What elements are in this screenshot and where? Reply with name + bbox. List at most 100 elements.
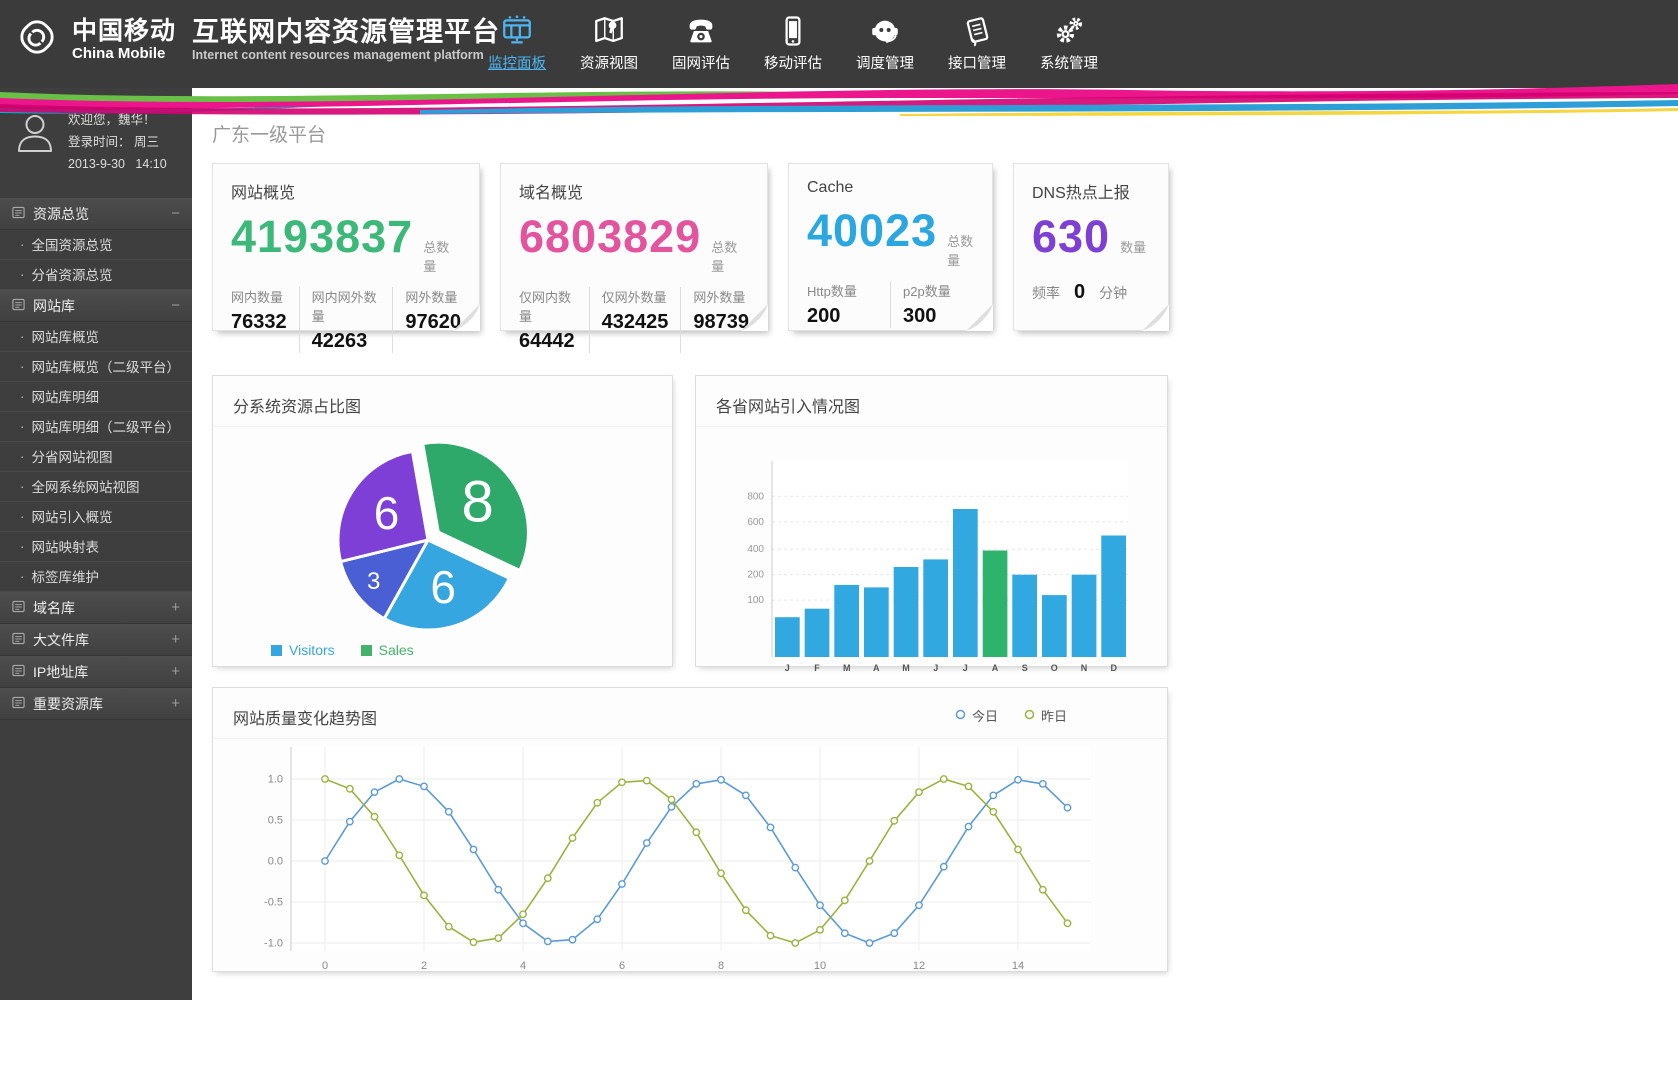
data-point[interactable] bbox=[965, 783, 971, 789]
sidebar-section-资源总览[interactable]: 资源总览− bbox=[0, 198, 192, 230]
nav-item-notes[interactable]: 接口管理 bbox=[942, 8, 1012, 73]
sidebar-section-域名库[interactable]: 域名库+ bbox=[0, 592, 192, 624]
data-point[interactable] bbox=[520, 920, 526, 926]
data-point[interactable] bbox=[668, 804, 674, 810]
data-point[interactable] bbox=[1064, 920, 1070, 926]
data-point[interactable] bbox=[743, 792, 749, 798]
data-point[interactable] bbox=[644, 840, 650, 846]
data-point[interactable] bbox=[470, 846, 476, 852]
sidebar-section-大文件库[interactable]: 大文件库+ bbox=[0, 624, 192, 656]
data-point[interactable] bbox=[446, 809, 452, 815]
data-point[interactable] bbox=[718, 870, 724, 876]
expand-icon[interactable]: + bbox=[171, 695, 180, 712]
bar-M-2[interactable] bbox=[834, 585, 859, 657]
bar-S-8[interactable] bbox=[1012, 575, 1037, 657]
legend-item-昨日[interactable]: 昨日 bbox=[1024, 706, 1067, 725]
data-point[interactable] bbox=[396, 852, 402, 858]
data-point[interactable] bbox=[1015, 777, 1021, 783]
data-point[interactable] bbox=[792, 940, 798, 946]
data-point[interactable] bbox=[817, 927, 823, 933]
nav-item-mobile[interactable]: 移动评估 bbox=[758, 8, 828, 73]
data-point[interactable] bbox=[990, 809, 996, 815]
data-point[interactable] bbox=[916, 902, 922, 908]
bar-J-5[interactable] bbox=[923, 559, 948, 657]
sidebar-item-网站库明细[interactable]: ·网站库明细 bbox=[0, 382, 192, 412]
data-point[interactable] bbox=[842, 897, 848, 903]
data-point[interactable] bbox=[891, 818, 897, 824]
bar-M-4[interactable] bbox=[894, 567, 919, 657]
expand-icon[interactable]: + bbox=[171, 663, 180, 680]
data-point[interactable] bbox=[767, 824, 773, 830]
data-point[interactable] bbox=[495, 887, 501, 893]
data-point[interactable] bbox=[965, 823, 971, 829]
bar-N-10[interactable] bbox=[1072, 575, 1097, 657]
data-point[interactable] bbox=[569, 937, 575, 943]
data-point[interactable] bbox=[421, 783, 427, 789]
data-point[interactable] bbox=[421, 892, 427, 898]
data-point[interactable] bbox=[545, 875, 551, 881]
data-point[interactable] bbox=[470, 939, 476, 945]
data-point[interactable] bbox=[792, 864, 798, 870]
expand-icon[interactable]: + bbox=[171, 599, 180, 616]
expand-icon[interactable]: + bbox=[171, 631, 180, 648]
data-point[interactable] bbox=[1064, 805, 1070, 811]
nav-item-monitor[interactable]: 监控面板 bbox=[482, 8, 552, 73]
nav-item-map[interactable]: 资源视图 bbox=[574, 8, 644, 73]
data-point[interactable] bbox=[569, 835, 575, 841]
data-point[interactable] bbox=[446, 923, 452, 929]
collapse-icon[interactable]: − bbox=[171, 205, 180, 222]
bar-D-11[interactable] bbox=[1101, 536, 1126, 658]
data-point[interactable] bbox=[347, 818, 353, 824]
data-point[interactable] bbox=[495, 935, 501, 941]
data-point[interactable] bbox=[866, 858, 872, 864]
bar-F-1[interactable] bbox=[805, 609, 830, 657]
sidebar-item-网站引入概览[interactable]: ·网站引入概览 bbox=[0, 502, 192, 532]
data-point[interactable] bbox=[842, 930, 848, 936]
data-point[interactable] bbox=[693, 781, 699, 787]
sidebar-item-全国资源总览[interactable]: ·全国资源总览 bbox=[0, 230, 192, 260]
bar-O-9[interactable] bbox=[1042, 595, 1067, 657]
data-point[interactable] bbox=[520, 911, 526, 917]
nav-item-headset[interactable]: 调度管理 bbox=[850, 8, 920, 73]
legend-item-Sales[interactable]: Sales bbox=[361, 642, 414, 658]
data-point[interactable] bbox=[545, 938, 551, 944]
data-point[interactable] bbox=[693, 829, 699, 835]
data-point[interactable] bbox=[619, 881, 625, 887]
sidebar-item-标签库维护[interactable]: ·标签库维护 bbox=[0, 562, 192, 592]
sidebar-section-网站库[interactable]: 网站库− bbox=[0, 290, 192, 322]
bar-A-3[interactable] bbox=[864, 587, 889, 657]
data-point[interactable] bbox=[1040, 887, 1046, 893]
bar-A-7[interactable] bbox=[983, 551, 1008, 658]
sidebar-item-网站库概览（二级平台）[interactable]: ·网站库概览（二级平台） bbox=[0, 352, 192, 382]
data-point[interactable] bbox=[1015, 846, 1021, 852]
data-point[interactable] bbox=[619, 779, 625, 785]
data-point[interactable] bbox=[718, 777, 724, 783]
data-point[interactable] bbox=[891, 930, 897, 936]
sidebar-item-网站库明细（二级平台）[interactable]: ·网站库明细（二级平台） bbox=[0, 412, 192, 442]
data-point[interactable] bbox=[371, 789, 377, 795]
data-point[interactable] bbox=[322, 858, 328, 864]
bar-J-6[interactable] bbox=[953, 509, 978, 657]
data-point[interactable] bbox=[594, 916, 600, 922]
data-point[interactable] bbox=[817, 902, 823, 908]
data-point[interactable] bbox=[916, 789, 922, 795]
sidebar-item-网站映射表[interactable]: ·网站映射表 bbox=[0, 532, 192, 562]
sidebar-section-重要资源库[interactable]: 重要资源库+ bbox=[0, 688, 192, 720]
data-point[interactable] bbox=[941, 776, 947, 782]
legend-item-今日[interactable]: 今日 bbox=[955, 706, 998, 725]
data-point[interactable] bbox=[767, 932, 773, 938]
data-point[interactable] bbox=[594, 800, 600, 806]
data-point[interactable] bbox=[743, 907, 749, 913]
sidebar-item-分省网站视图[interactable]: ·分省网站视图 bbox=[0, 442, 192, 472]
collapse-icon[interactable]: − bbox=[171, 297, 180, 314]
legend-item-Visitors[interactable]: Visitors bbox=[271, 642, 335, 658]
data-point[interactable] bbox=[644, 777, 650, 783]
data-point[interactable] bbox=[866, 940, 872, 946]
data-point[interactable] bbox=[347, 786, 353, 792]
data-point[interactable] bbox=[396, 776, 402, 782]
sidebar-item-分省资源总览[interactable]: ·分省资源总览 bbox=[0, 260, 192, 290]
data-point[interactable] bbox=[941, 864, 947, 870]
data-point[interactable] bbox=[371, 814, 377, 820]
bar-J-0[interactable] bbox=[775, 617, 800, 657]
sidebar-item-全网系统网站视图[interactable]: ·全网系统网站视图 bbox=[0, 472, 192, 502]
